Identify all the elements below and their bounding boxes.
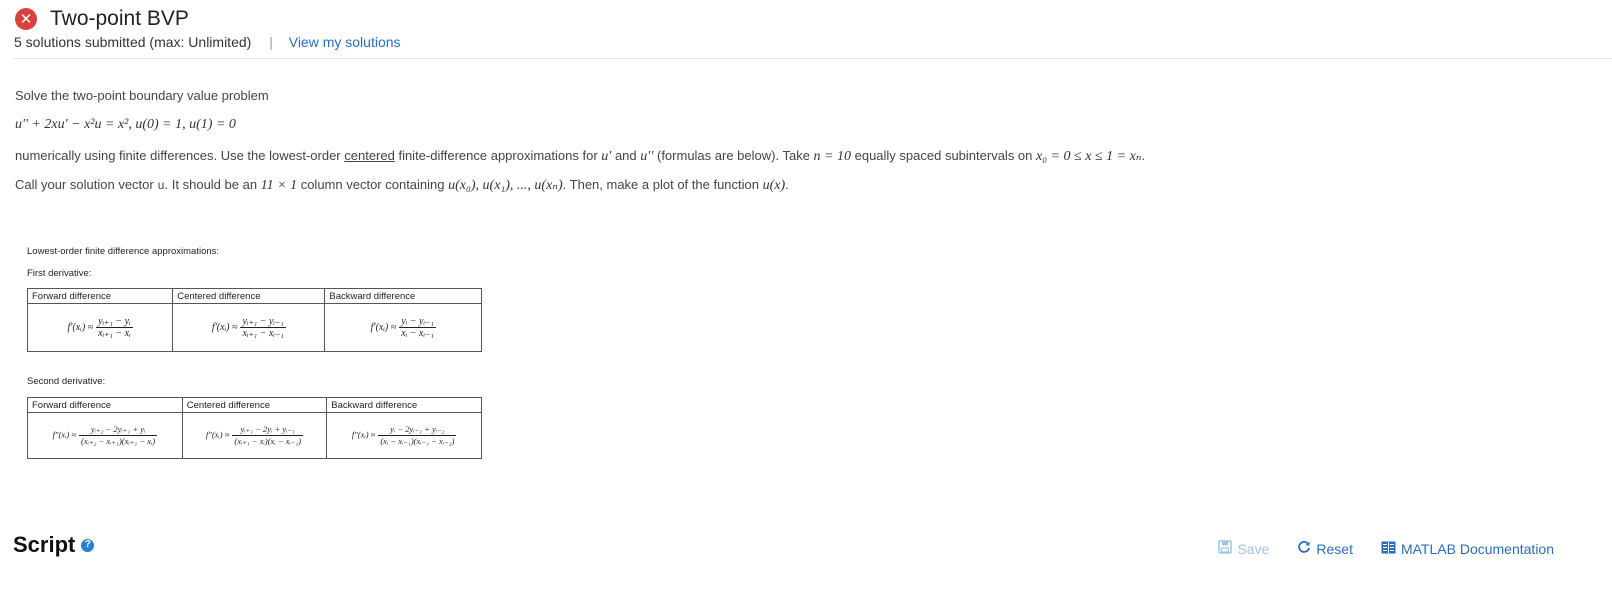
error-x-icon: ✕ [15, 8, 37, 30]
fraction: yᵢ₊₁ − 2yᵢ + yᵢ₋₁ (xᵢ₊₁ − xᵢ)(xᵢ − xᵢ₋₁) [232, 424, 304, 447]
math-interval: x₀ = 0 ≤ x ≤ 1 = xₙ [1036, 149, 1142, 164]
submission-info: 5 solutions submitted (max: Unlimited) |… [14, 34, 1612, 50]
lhs: f′(xᵢ) ≈ [211, 321, 238, 333]
math-udoubleprime: u′′ [640, 149, 654, 164]
floppy-disk-icon [1218, 540, 1233, 557]
math-ux: u(x) [762, 178, 786, 193]
problem-line-2: numerically using finite differences. Us… [15, 148, 1145, 165]
fraction: yᵢ − 2yᵢ₋₁ + yᵢ₋₂ (xᵢ − xᵢ₋₁)(xᵢ₋₁ − xᵢ₋₂… [378, 424, 457, 447]
second-centered-formula: f″(xᵢ) ≈ yᵢ₊₁ − 2yᵢ + yᵢ₋₁ (xᵢ₊₁ − xᵢ)(xᵢ … [181, 412, 328, 459]
book-icon [1381, 541, 1396, 557]
view-my-solutions-link[interactable]: View my solutions [289, 34, 401, 50]
var-u: u [157, 179, 165, 193]
math-dim: 11 × 1 [260, 178, 298, 193]
lhs: f″(xᵢ) ≈ [351, 429, 376, 440]
lhs: f′(xᵢ) ≈ [67, 321, 94, 333]
separator: | [269, 34, 273, 50]
first-derivative-table: Forward difference Centered difference B… [26, 288, 482, 352]
text: (formulas are below). Take [653, 148, 814, 163]
lhs: f″(xᵢ) ≈ [52, 429, 77, 440]
text: numerically using finite differences. Us… [15, 148, 345, 163]
text: . Then, make a plot of the function [562, 177, 763, 192]
script-section-title: Script ? [13, 532, 95, 558]
fraction: yᵢ₊₁ − yᵢ xᵢ₊₁ − xᵢ [96, 316, 133, 339]
problem-intro: Solve the two-point boundary value probl… [15, 88, 269, 103]
numerator: yᵢ₊₁ − yᵢ₋₁ [240, 316, 286, 328]
math-uprime: u′ [601, 149, 612, 164]
fraction: yᵢ₊₁ − yᵢ₋₁ xᵢ₊₁ − xᵢ₋₁ [240, 316, 286, 339]
script-title-text: Script [13, 532, 76, 557]
text: . It should be an [164, 177, 261, 192]
header-divider [14, 58, 1612, 59]
denominator: xᵢ₊₁ − xᵢ₋₁ [242, 328, 284, 339]
doc-label: MATLAB Documentation [1400, 540, 1554, 557]
numerator: yᵢ₊₂ − 2yᵢ₊₁ + yᵢ [79, 424, 158, 436]
numerator: yᵢ₊₁ − yᵢ [96, 316, 133, 328]
text: finite-difference approximations for [394, 148, 602, 163]
fd-heading: Lowest-order finite difference approxima… [27, 246, 220, 257]
numerator: yᵢ₊₁ − 2yᵢ + yᵢ₋₁ [232, 424, 304, 436]
second-derivative-table: Forward difference Centered difference B… [27, 397, 482, 459]
text: . [785, 177, 789, 192]
first-forward-formula: f′(xᵢ) ≈ yᵢ₊₁ − yᵢ xᵢ₊₁ − xᵢ [26, 303, 174, 352]
reset-button[interactable]: Reset [1297, 540, 1353, 557]
text: column vector containing [297, 177, 449, 192]
script-toolbar: Save Reset MATLAB Documentation [1190, 540, 1554, 557]
math-entries: u(x₀), u(x₁), ..., u(xₙ) [448, 178, 563, 193]
col-centered: Centered difference [181, 397, 328, 413]
col-backward: Backward difference [326, 397, 482, 413]
second-derivative-label: Second derivative: [27, 376, 106, 387]
denominator: (xᵢ − xᵢ₋₁)(xᵢ₋₁ − xᵢ₋₂) [380, 436, 455, 446]
reset-label: Reset [1316, 540, 1353, 557]
math-n: n = 10 [813, 149, 851, 164]
second-backward-formula: f″(xᵢ) ≈ yᵢ − 2yᵢ₋₁ + yᵢ₋₂ (xᵢ − xᵢ₋₁)(xᵢ₋… [326, 412, 482, 459]
denominator: (xᵢ₊₂ − xᵢ₊₁)(xᵢ₊₁ − xᵢ) [81, 436, 156, 446]
problem-line-3: Call your solution vector u. It should b… [15, 177, 789, 194]
first-backward-formula: f′(xᵢ) ≈ yᵢ − yᵢ₋₁ xᵢ − xᵢ₋₁ [324, 303, 482, 352]
text: . [1141, 148, 1146, 163]
denominator: xᵢ − xᵢ₋₁ [401, 328, 434, 339]
save-label: Save [1237, 540, 1270, 557]
text: Call your solution vector [15, 177, 158, 192]
problem-header: ✕ Two-point BVP 5 solutions submitted (m… [14, 6, 1612, 50]
col-forward: Forward difference [26, 288, 174, 304]
lhs: f′(xᵢ) ≈ [370, 321, 397, 333]
save-button[interactable]: Save [1218, 540, 1269, 557]
question-circle-icon[interactable]: ? [81, 538, 95, 552]
col-forward: Forward difference [27, 397, 183, 413]
page-title: Two-point BVP [50, 7, 189, 30]
bvp-equation: u'' + 2xu' − x²u = x², u(0) = 1, u(1) = … [15, 117, 236, 132]
text: and [611, 148, 641, 163]
first-derivative-label: First derivative: [27, 268, 92, 279]
col-centered: Centered difference [172, 288, 326, 304]
matlab-documentation-link[interactable]: MATLAB Documentation [1381, 541, 1554, 557]
denominator: xᵢ₊₁ − xᵢ [98, 328, 131, 339]
refresh-icon [1297, 540, 1311, 557]
text: equally spaced subintervals on [851, 148, 1037, 163]
first-centered-formula: f′(xᵢ) ≈ yᵢ₊₁ − yᵢ₋₁ xᵢ₊₁ − xᵢ₋₁ [172, 303, 326, 352]
submission-count: 5 solutions submitted (max: Unlimited) [14, 34, 252, 50]
fraction: yᵢ − yᵢ₋₁ xᵢ − xᵢ₋₁ [399, 316, 436, 339]
text-centered: centered [344, 148, 395, 163]
second-forward-formula: f″(xᵢ) ≈ yᵢ₊₂ − 2yᵢ₊₁ + yᵢ (xᵢ₊₂ − xᵢ₊₁)(x… [27, 412, 183, 459]
numerator: yᵢ − 2yᵢ₋₁ + yᵢ₋₂ [378, 424, 457, 436]
denominator: (xᵢ₊₁ − xᵢ)(xᵢ − xᵢ₋₁) [234, 436, 302, 446]
col-backward: Backward difference [324, 288, 482, 304]
fraction: yᵢ₊₂ − 2yᵢ₊₁ + yᵢ (xᵢ₊₂ − xᵢ₊₁)(xᵢ₊₁ − xᵢ… [79, 424, 158, 447]
lhs: f″(xᵢ) ≈ [205, 429, 230, 440]
numerator: yᵢ − yᵢ₋₁ [399, 316, 436, 328]
